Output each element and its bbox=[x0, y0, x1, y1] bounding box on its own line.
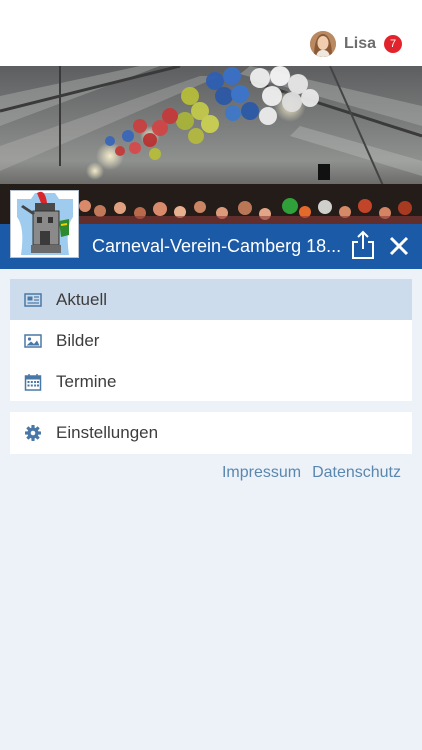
username[interactable]: Lisa bbox=[344, 35, 376, 53]
avatar[interactable] bbox=[309, 31, 336, 57]
main-menu: Aktuell Bilder Termine bbox=[10, 279, 412, 401]
newspaper-icon bbox=[24, 291, 42, 309]
club-title: Carneval-Verein-Camberg 18... bbox=[92, 236, 342, 256]
datenschutz-link[interactable]: Datenschutz bbox=[312, 464, 401, 482]
user-profile[interactable]: Lisa 7 bbox=[309, 29, 402, 59]
footer-links: Impressum Datenschutz bbox=[222, 464, 401, 482]
calendar-icon bbox=[24, 373, 42, 391]
menu-item-bilder[interactable]: Bilder bbox=[10, 320, 412, 361]
share-button[interactable] bbox=[349, 230, 377, 260]
image-icon bbox=[24, 332, 42, 350]
menu-item-label: Aktuell bbox=[56, 289, 108, 309]
menu-item-label: Einstellungen bbox=[56, 423, 159, 442]
menu-item-label: Bilder bbox=[56, 330, 100, 350]
menu-item-termine[interactable]: Termine bbox=[10, 361, 412, 402]
gear-icon bbox=[24, 424, 42, 442]
settings-menu: Einstellungen bbox=[10, 412, 412, 454]
close-button[interactable] bbox=[386, 233, 412, 259]
notification-badge[interactable]: 7 bbox=[384, 35, 402, 53]
menu-item-einstellungen[interactable]: Einstellungen bbox=[10, 412, 412, 454]
menu-item-label: Termine bbox=[56, 371, 117, 391]
club-logo bbox=[10, 190, 79, 258]
menu-item-aktuell[interactable]: Aktuell bbox=[10, 279, 412, 320]
top-bar: Lisa 7 bbox=[0, 0, 422, 66]
impressum-link[interactable]: Impressum bbox=[222, 464, 301, 482]
close-icon bbox=[389, 236, 409, 256]
share-icon bbox=[352, 230, 374, 259]
